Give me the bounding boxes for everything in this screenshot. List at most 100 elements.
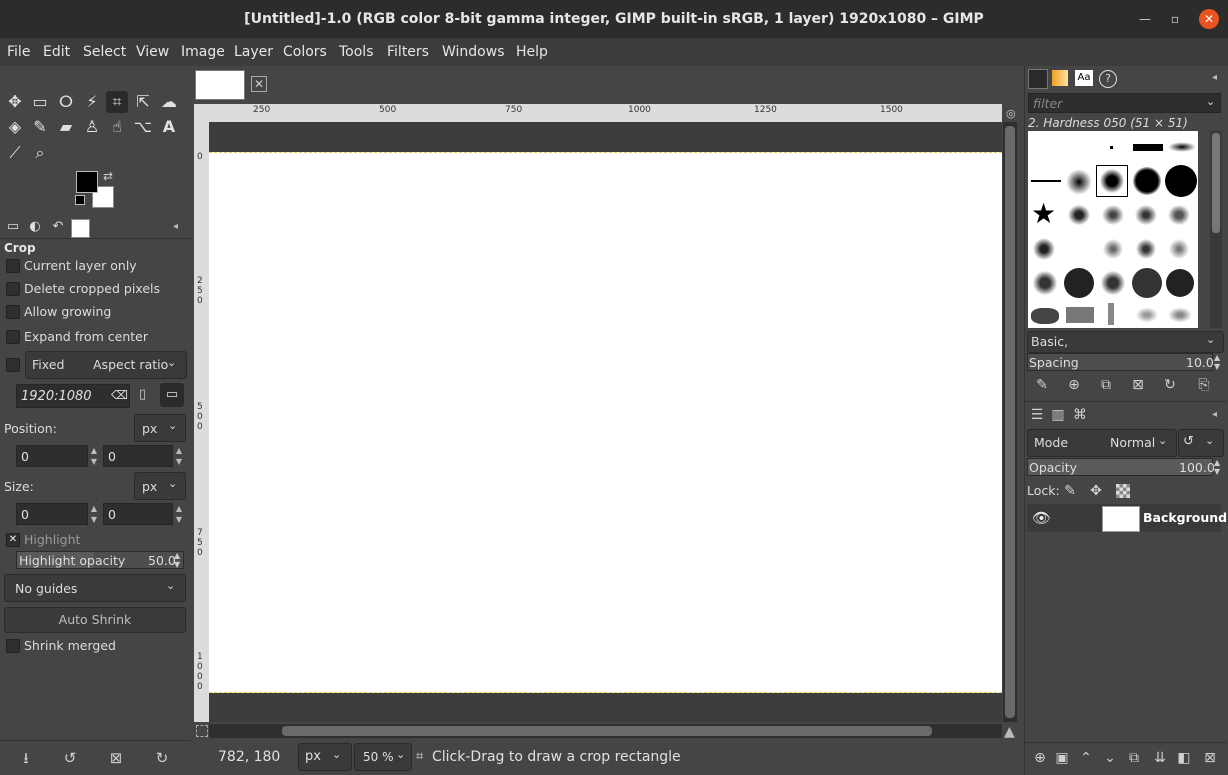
undo-history-tab-icon[interactable]: ↶ <box>49 219 67 237</box>
brush-texture[interactable] <box>1166 306 1194 324</box>
zoom-on-resize-icon[interactable]: ◎ <box>1006 107 1016 120</box>
swap-colors-icon[interactable]: ⇄ <box>103 169 113 183</box>
ruler-corner[interactable] <box>194 104 209 122</box>
brush-texture[interactable] <box>1100 236 1126 262</box>
lower-layer-icon[interactable]: ⌄ <box>1100 748 1120 768</box>
delete-cropped-checkbox[interactable] <box>6 282 20 296</box>
close-window-button[interactable]: ✕ <box>1199 9 1219 29</box>
color-picker-icon[interactable]: ⟋ <box>4 142 26 164</box>
brush-hardness-025[interactable] <box>1066 169 1092 195</box>
brush-texture[interactable] <box>1133 236 1159 262</box>
position-y-input[interactable]: 0 <box>103 445 173 467</box>
menu-tools[interactable]: Tools <box>339 38 374 66</box>
expand-center-checkbox[interactable] <box>6 330 20 344</box>
lasso-icon[interactable]: ⵔ <box>55 91 77 113</box>
layer-opacity-stepper[interactable]: ▲ ▼ <box>1214 458 1220 476</box>
brush-hardness-100[interactable] <box>1165 165 1197 197</box>
device-status-tab-icon[interactable]: ◐ <box>26 219 44 237</box>
fuzzy-select-icon[interactable]: ⚡ <box>81 91 103 113</box>
configure-tab-icon[interactable]: ◂ <box>1212 72 1217 83</box>
brush-texture[interactable] <box>1031 308 1059 324</box>
default-colors-icon[interactable] <box>75 195 85 205</box>
brushes-tab-icon[interactable] <box>1028 69 1048 89</box>
allow-growing-checkbox[interactable] <box>6 305 20 319</box>
lock-pixels-icon[interactable]: ✎ <box>1060 481 1080 501</box>
eraser-icon[interactable]: ▰ <box>55 116 77 138</box>
brush-texture[interactable] <box>1031 236 1057 262</box>
menu-help[interactable]: Help <box>516 38 548 66</box>
menu-layer[interactable]: Layer <box>234 38 273 66</box>
position-y-stepper[interactable]: ▲ ▼ <box>173 445 185 467</box>
zoom-icon[interactable]: ⌕ <box>29 142 51 164</box>
brush-texture[interactable] <box>1031 269 1059 297</box>
text-tool-icon[interactable]: A <box>158 116 180 138</box>
delete-options-icon[interactable]: ⊠ <box>106 748 126 768</box>
clear-input-icon[interactable]: ⌫ <box>111 388 128 402</box>
new-layer-icon[interactable]: ⊕ <box>1030 748 1050 768</box>
paintbrush-icon[interactable]: ✎ <box>29 116 51 138</box>
brush-soft-block[interactable] <box>1168 142 1196 152</box>
foreground-color-swatch[interactable] <box>76 171 98 193</box>
eye-icon[interactable]: 👁 <box>1032 509 1051 527</box>
tool-options-tab-icon[interactable]: ▭ <box>4 219 22 237</box>
close-tab-icon[interactable]: ✕ <box>251 76 267 92</box>
brush-pixel[interactable] <box>1110 146 1113 149</box>
brush-texture[interactable] <box>1099 269 1127 297</box>
position-x-input[interactable]: 0 <box>16 445 88 467</box>
help-tab-icon[interactable]: ? <box>1099 70 1117 88</box>
lock-alpha-icon[interactable] <box>1116 484 1130 498</box>
image-tab-thumbnail[interactable] <box>195 70 245 100</box>
brush-texture[interactable] <box>1132 268 1162 298</box>
menu-windows[interactable]: Windows <box>442 38 505 66</box>
menu-image[interactable]: Image <box>181 38 225 66</box>
paths-icon[interactable]: ⌥ <box>132 116 154 138</box>
fonts-tab-icon[interactable]: Aa <box>1075 70 1093 86</box>
duplicate-brush-icon[interactable]: ⧉ <box>1096 375 1116 395</box>
brush-scrollbar-thumb[interactable] <box>1212 133 1220 233</box>
menu-colors[interactable]: Colors <box>283 38 327 66</box>
portrait-icon[interactable]: ▯ <box>139 387 146 402</box>
current-layer-only-checkbox[interactable] <box>6 259 20 273</box>
layer-thumbnail[interactable] <box>1102 506 1140 532</box>
size-w-input[interactable]: 0 <box>16 503 88 525</box>
shrink-merged-checkbox[interactable] <box>6 639 20 653</box>
brush-hardness-075[interactable] <box>1133 167 1161 195</box>
navigate-icon[interactable]: ▲ <box>1004 724 1015 740</box>
crop-tool-icon[interactable]: ⌗ <box>106 91 128 113</box>
menu-file[interactable]: File <box>7 38 30 66</box>
vertical-scrollbar-thumb[interactable] <box>1005 126 1015 718</box>
spacing-stepper[interactable]: ▲ ▼ <box>1214 353 1220 371</box>
brush-texture[interactable] <box>1108 303 1114 325</box>
minimize-button[interactable]: — <box>1136 10 1154 28</box>
brush-texture[interactable] <box>1066 203 1092 227</box>
size-h-stepper[interactable]: ▲ ▼ <box>173 503 185 525</box>
menu-edit[interactable]: Edit <box>43 38 70 66</box>
brush-texture[interactable] <box>1064 268 1094 298</box>
images-tab-icon[interactable] <box>71 219 90 238</box>
merge-layer-icon[interactable]: ⇊ <box>1150 748 1170 768</box>
duplicate-layer-icon[interactable]: ⧉ <box>1124 748 1144 768</box>
delete-layer-icon[interactable]: ⊠ <box>1200 748 1220 768</box>
highlight-opacity-stepper[interactable]: ▲ ▼ <box>174 551 180 569</box>
smudge-icon[interactable]: ☝ <box>106 116 128 138</box>
auto-shrink-button[interactable]: Auto Shrink <box>4 607 186 633</box>
layer-name[interactable]: Background <box>1143 510 1227 525</box>
open-brush-icon[interactable]: ⎘ <box>1194 375 1214 395</box>
brush-texture[interactable] <box>1133 203 1159 227</box>
size-w-stepper[interactable]: ▲ ▼ <box>88 503 100 525</box>
highlight-checkbox[interactable]: ✕ <box>6 533 20 547</box>
new-brush-icon[interactable]: ⊕ <box>1064 375 1084 395</box>
lock-position-icon[interactable]: ✥ <box>1086 481 1106 501</box>
brush-line[interactable] <box>1031 180 1061 182</box>
size-h-input[interactable]: 0 <box>103 503 173 525</box>
brush-star[interactable]: ★ <box>1031 199 1056 229</box>
quick-mask-icon[interactable] <box>196 725 208 737</box>
clone-icon[interactable]: ♙ <box>81 116 103 138</box>
edit-brush-icon[interactable]: ✎ <box>1032 375 1052 395</box>
new-layer-group-icon[interactable]: ▣ <box>1052 748 1072 768</box>
brush-texture[interactable] <box>1166 269 1194 297</box>
position-x-stepper[interactable]: ▲ ▼ <box>88 445 100 467</box>
add-mask-icon[interactable]: ◧ <box>1174 748 1194 768</box>
fixed-checkbox[interactable] <box>6 358 20 372</box>
brush-texture[interactable] <box>1100 203 1126 227</box>
